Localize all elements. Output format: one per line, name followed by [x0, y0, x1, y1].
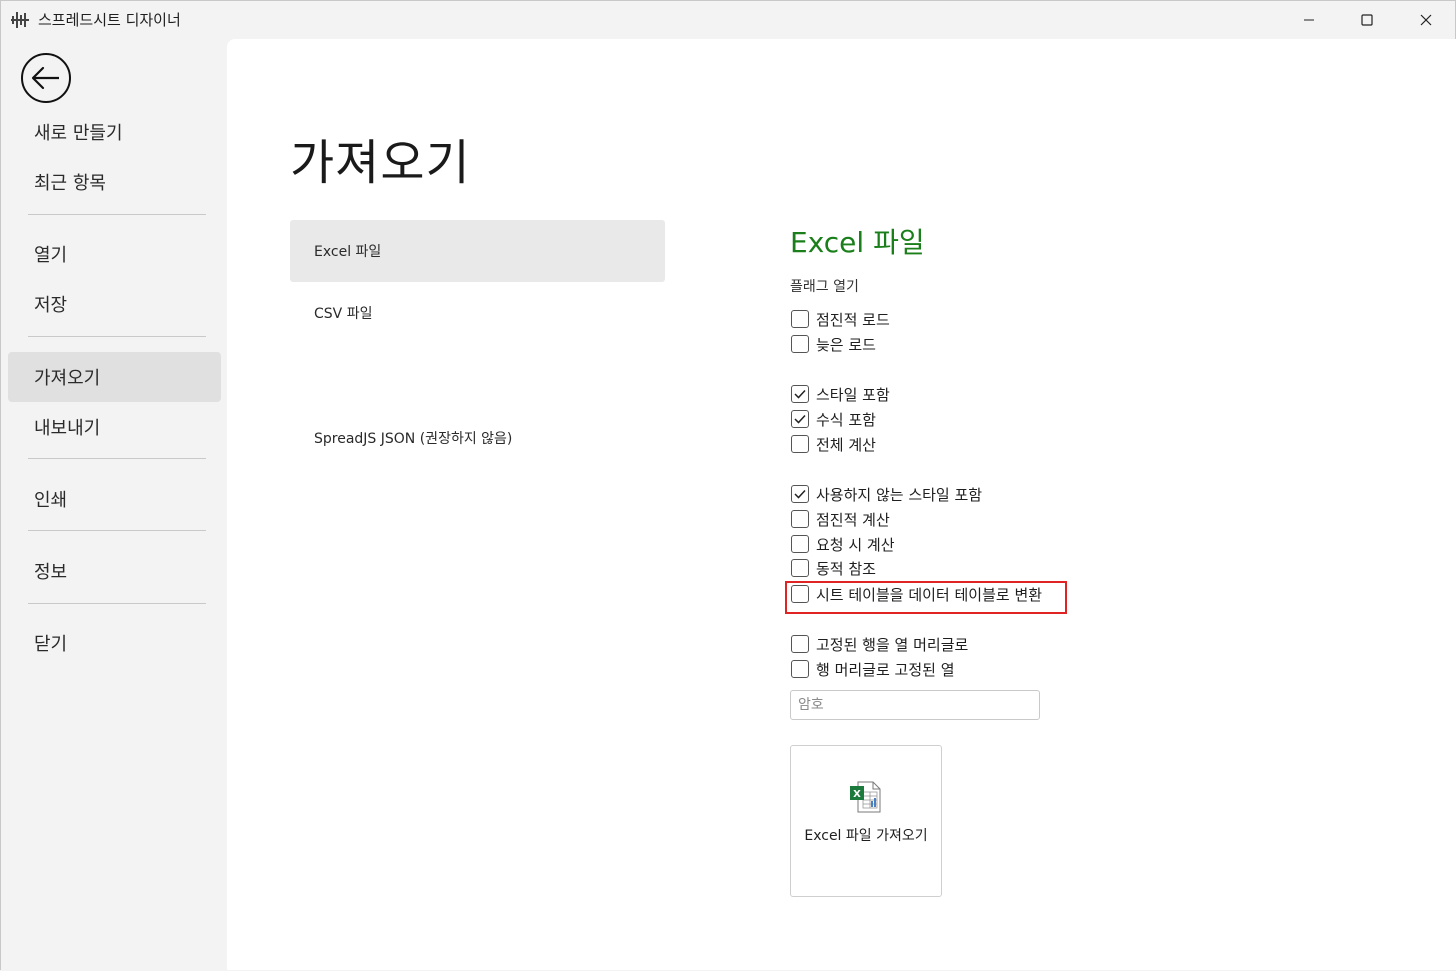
sidebar-item-label: 내보내기: [34, 418, 101, 439]
app-window: 스프레드시트 디자이너 새로 만들기 최근 항목 열기 저장 가져오기 내보내기…: [0, 0, 1456, 971]
sidebar-divider: [28, 603, 206, 604]
option-frozen-columns-as-row-headers[interactable]: 행 머리글로 고정된 열: [791, 658, 955, 680]
back-button[interactable]: [20, 52, 72, 104]
option-label: 수식 포함: [816, 410, 876, 429]
sidebar-item-open[interactable]: 열기: [8, 229, 221, 279]
option-full-calculation[interactable]: 전체 계산: [791, 433, 876, 455]
svg-text:X: X: [853, 789, 861, 800]
option-label: 사용하지 않는 스타일 포함: [816, 485, 983, 504]
minimize-button[interactable]: [1280, 1, 1338, 39]
close-window-button[interactable]: [1397, 1, 1455, 39]
sidebar-item-label: 가져오기: [34, 368, 101, 389]
section-title: Excel 파일: [790, 226, 925, 259]
sidebar-item-import[interactable]: 가져오기: [8, 352, 221, 402]
option-include-formulas[interactable]: 수식 포함: [791, 408, 876, 430]
import-type-label: Excel 파일: [314, 244, 382, 260]
checkbox[interactable]: [791, 335, 809, 353]
sidebar-item-label: 새로 만들기: [34, 123, 123, 144]
option-label: 전체 계산: [816, 435, 876, 454]
password-input[interactable]: [790, 690, 1040, 720]
checkbox[interactable]: [791, 635, 809, 653]
import-type-label: CSV 파일: [314, 306, 373, 322]
sidebar-item-recent[interactable]: 최근 항목: [8, 157, 221, 207]
open-flags-label: 플래그 열기: [790, 279, 859, 295]
option-frozen-rows-as-column-headers[interactable]: 고정된 행을 열 머리글로: [791, 633, 968, 655]
option-dynamic-references[interactable]: 동적 참조: [791, 557, 876, 579]
option-label: 행 머리글로 고정된 열: [816, 660, 955, 679]
checkbox-checked[interactable]: [791, 385, 809, 403]
checkmark-icon: [794, 414, 806, 424]
import-type-excel[interactable]: Excel 파일: [290, 220, 665, 282]
checkmark-icon: [794, 389, 806, 399]
sidebar-item-label: 닫기: [34, 634, 68, 655]
main-panel: 가져오기 Excel 파일 CSV 파일 SpreadJS JSON (권장하지…: [227, 39, 1456, 970]
sidebar-item-label: 열기: [34, 245, 68, 266]
import-button-label: Excel 파일 가져오기: [804, 828, 928, 844]
sidebar-item-info[interactable]: 정보: [8, 546, 221, 596]
import-excel-button[interactable]: X Excel 파일 가져오기: [790, 745, 942, 897]
option-label: 늦은 로드: [816, 335, 876, 354]
option-lazy-load[interactable]: 늦은 로드: [791, 333, 876, 355]
sidebar-divider: [28, 530, 206, 531]
option-include-unused-styles[interactable]: 사용하지 않는 스타일 포함: [791, 483, 982, 505]
checkbox[interactable]: [791, 310, 809, 328]
checkbox[interactable]: [791, 559, 809, 577]
close-icon: [1420, 14, 1432, 26]
sidebar-item-save[interactable]: 저장: [8, 279, 221, 329]
sidebar-item-new[interactable]: 새로 만들기: [8, 107, 221, 157]
option-incremental-calculation[interactable]: 점진적 계산: [791, 508, 890, 530]
sidebar-item-label: 정보: [34, 562, 68, 583]
excel-file-icon: X: [850, 781, 881, 813]
import-type-csv[interactable]: CSV 파일: [290, 282, 665, 344]
option-label: 고정된 행을 열 머리글로: [816, 635, 969, 654]
import-type-label: SpreadJS JSON (권장하지 않음): [314, 431, 513, 447]
option-calc-on-demand[interactable]: 요청 시 계산: [791, 533, 895, 555]
checkbox-checked[interactable]: [791, 485, 809, 503]
sidebar-item-close[interactable]: 닫기: [8, 618, 221, 668]
checkbox-checked[interactable]: [791, 410, 809, 428]
page-title: 가져오기: [290, 135, 471, 191]
app-logo-icon: [11, 12, 29, 28]
highlight-box: [785, 581, 1067, 614]
sidebar-divider: [28, 458, 206, 459]
checkbox[interactable]: [791, 510, 809, 528]
minimize-icon: [1304, 19, 1314, 21]
sidebar-item-export[interactable]: 내보내기: [8, 402, 221, 452]
checkbox[interactable]: [791, 535, 809, 553]
window-title: 스프레드시트 디자이너: [38, 11, 181, 29]
option-label: 동적 참조: [816, 559, 876, 578]
sidebar-divider: [28, 336, 206, 337]
option-include-styles[interactable]: 스타일 포함: [791, 383, 890, 405]
option-label: 스타일 포함: [816, 385, 890, 404]
sidebar-item-label: 저장: [34, 295, 68, 316]
backstage-sidebar: 새로 만들기 최근 항목 열기 저장 가져오기 내보내기 인쇄 정보 닫기: [1, 39, 227, 971]
sidebar-divider: [28, 214, 206, 215]
option-label: 점진적 로드: [816, 310, 890, 329]
maximize-icon: [1361, 14, 1373, 26]
checkbox[interactable]: [791, 660, 809, 678]
option-label: 점진적 계산: [816, 510, 890, 529]
sidebar-item-print[interactable]: 인쇄: [8, 474, 221, 524]
title-bar: 스프레드시트 디자이너: [1, 1, 1456, 39]
import-type-spreadjs-json[interactable]: SpreadJS JSON (권장하지 않음): [290, 407, 665, 469]
sidebar-item-label: 인쇄: [34, 490, 68, 511]
option-incremental-load[interactable]: 점진적 로드: [791, 308, 890, 330]
back-arrow-icon: [21, 53, 71, 103]
sidebar-item-label: 최근 항목: [34, 173, 106, 194]
checkmark-icon: [794, 489, 806, 499]
checkbox[interactable]: [791, 435, 809, 453]
option-label: 요청 시 계산: [816, 535, 895, 554]
maximize-button[interactable]: [1338, 1, 1396, 39]
